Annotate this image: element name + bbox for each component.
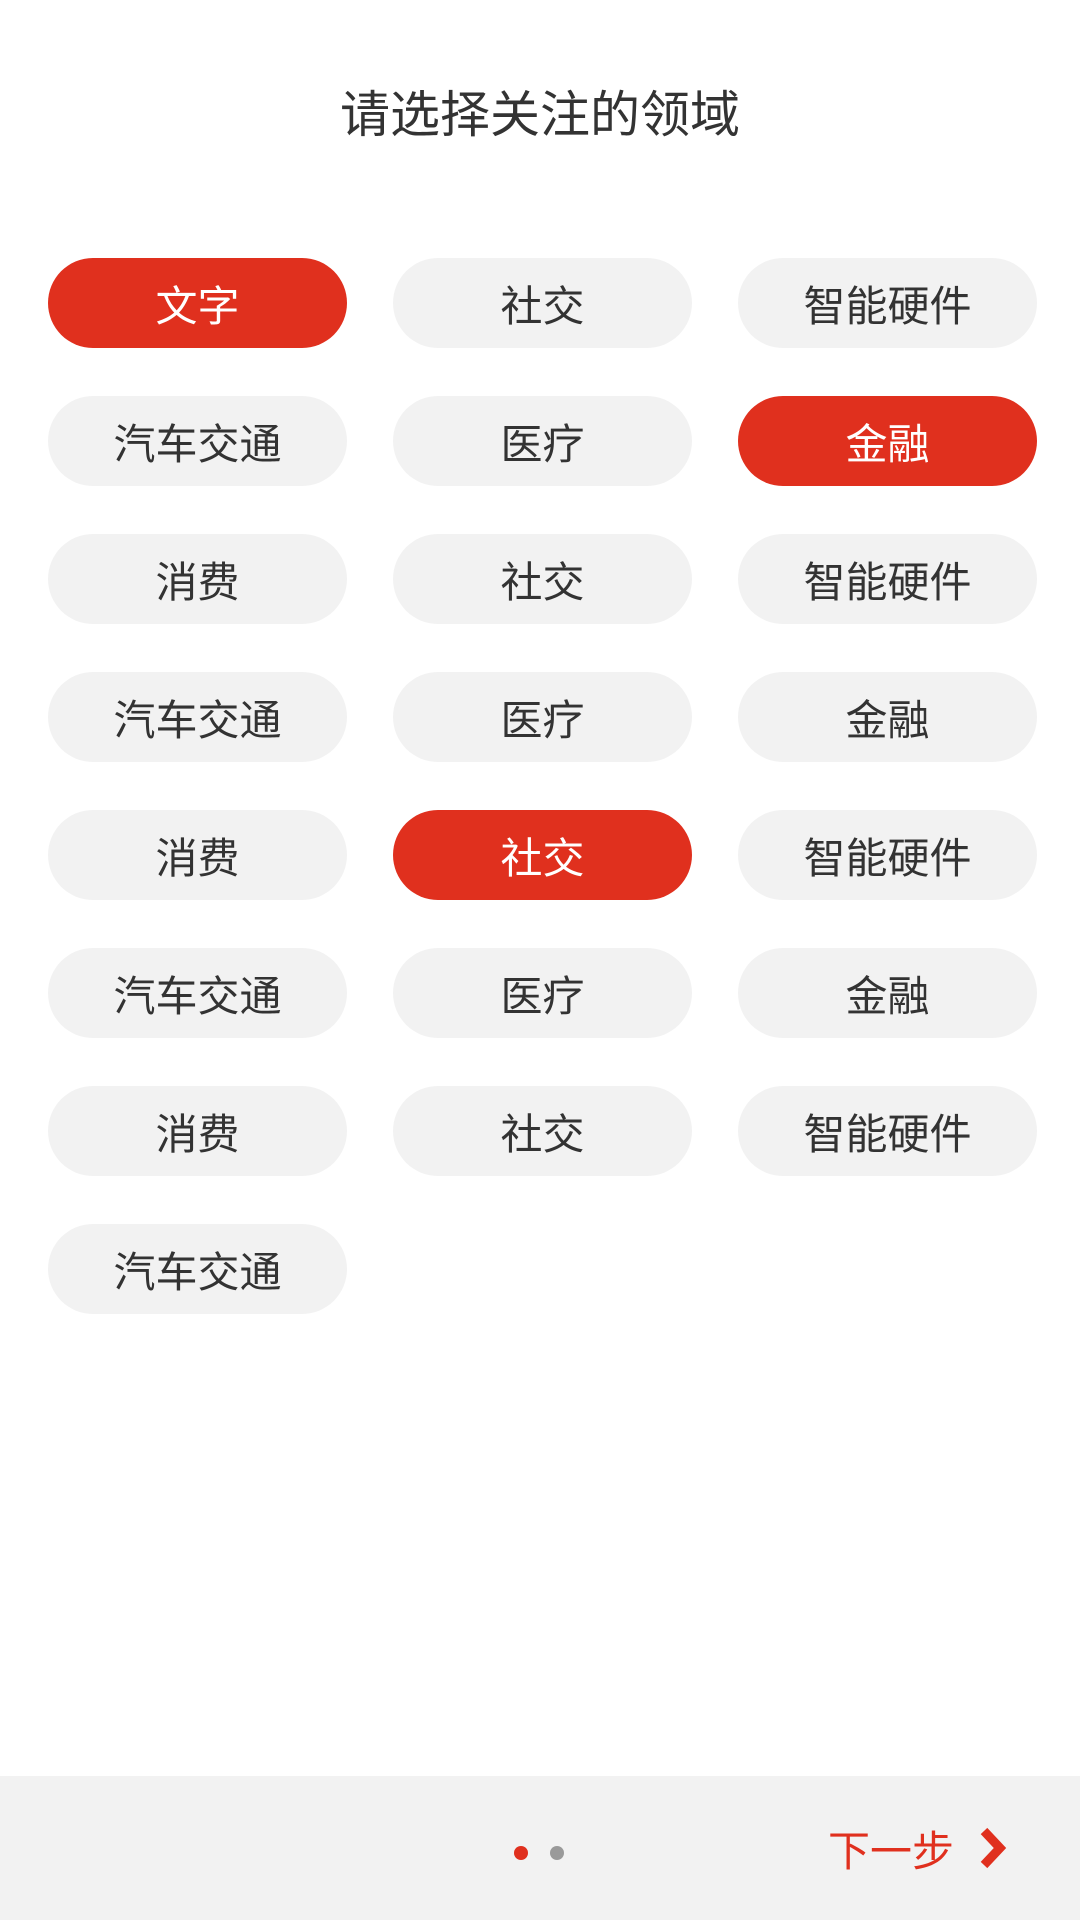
interest-tag[interactable]: 智能硬件 xyxy=(738,810,1037,900)
interest-tag[interactable]: 社交 xyxy=(393,810,692,900)
interest-tag[interactable]: 社交 xyxy=(393,258,692,348)
interest-tag[interactable]: 文字 xyxy=(48,258,347,348)
interest-tag[interactable]: 医疗 xyxy=(393,672,692,762)
interest-tag[interactable]: 消费 xyxy=(48,534,347,624)
interest-tag[interactable]: 金融 xyxy=(738,672,1037,762)
interest-tag[interactable]: 汽车交通 xyxy=(48,1224,347,1314)
page-dot xyxy=(550,1846,564,1860)
interest-tag[interactable]: 智能硬件 xyxy=(738,258,1037,348)
interest-tag[interactable]: 汽车交通 xyxy=(48,948,347,1038)
interest-tag[interactable]: 消费 xyxy=(48,810,347,900)
next-step-label: 下一步 xyxy=(827,1826,954,1876)
page-indicator xyxy=(514,1846,564,1860)
interest-tag[interactable]: 智能硬件 xyxy=(738,1086,1037,1176)
interest-tag-grid: 文字 社交 智能硬件 汽车交通 医疗 金融 消费 社交 智能硬件 汽车交通 医疗 金融 消费 社交 智能硬件… xyxy=(48,258,1038,1314)
interest-tag[interactable]: 医疗 xyxy=(393,396,692,486)
interest-tag[interactable]: 社交 xyxy=(393,534,692,624)
interest-tag[interactable]: 智能硬件 xyxy=(738,534,1037,624)
interest-tag[interactable]: 汽车交通 xyxy=(48,396,347,486)
page-title: 请选择关注的领域 xyxy=(340,86,740,144)
interest-tag[interactable]: 金融 xyxy=(738,948,1037,1038)
next-step-button[interactable]: 下一步 xyxy=(828,1812,1008,1884)
interest-tag[interactable]: 消费 xyxy=(48,1086,347,1176)
page-dot-active xyxy=(514,1846,528,1860)
interest-tag[interactable]: 金融 xyxy=(738,396,1037,486)
interest-tag[interactable]: 医疗 xyxy=(393,948,692,1038)
interest-tag[interactable]: 社交 xyxy=(393,1086,692,1176)
chevron-right-icon xyxy=(978,1827,1008,1869)
interest-tag[interactable]: 汽车交通 xyxy=(48,672,347,762)
